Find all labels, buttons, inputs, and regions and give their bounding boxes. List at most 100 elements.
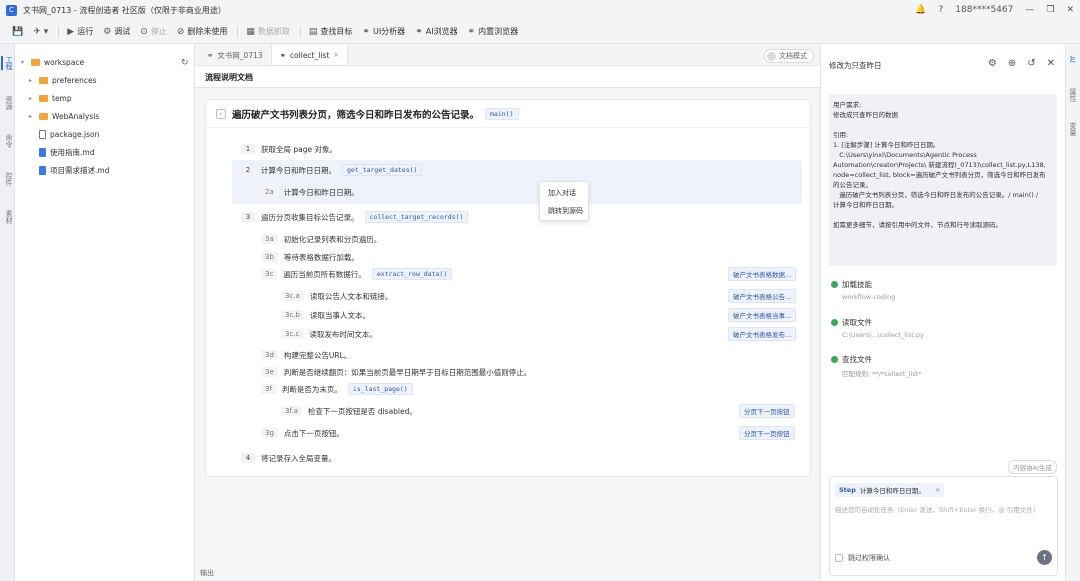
tab-project[interactable]: 工程 <box>1 56 14 70</box>
step-2a[interactable]: 2a 计算今日和昨日日期。 <box>261 185 359 199</box>
chevron-right-icon: ▸ <box>29 112 33 120</box>
data-scrape-button[interactable]: ▦ 数据抓取 <box>246 26 290 37</box>
help-icon[interactable]: ? <box>939 5 944 15</box>
debug-button[interactable]: ⚙ 调试 <box>103 26 130 37</box>
step-3d[interactable]: 3d 构建完整公告URL。 <box>261 348 351 362</box>
find-target-button[interactable]: ▤ 查找目标 <box>309 26 353 37</box>
tree-item-preferences[interactable]: ▸ preferences <box>29 73 96 87</box>
step-3f-a[interactable]: 3f.a 检查下一页按钮是否 disabled。 <box>281 404 417 418</box>
main-toolbar: 💾 ✈ ▾ ▶ 运行 ⚙ 调试 ⊙ 停止 ⊘ 删除未使用 ▦ 数据抓取 ▤ 查找目标 ⚭ UI分… <box>0 20 1080 44</box>
chat-input-box[interactable]: Step 计算今日和昨日日期。 × 描述您的自动化任务（Enter 发送，Shi… <box>829 476 1058 576</box>
ui-analyzer-button[interactable]: ⚭ UI分析器 <box>362 26 405 37</box>
send-button[interactable]: ↑ <box>1037 550 1052 565</box>
checkbox[interactable] <box>835 554 843 562</box>
code-tag[interactable]: collect_target_records() <box>364 211 469 223</box>
check-icon <box>831 319 838 326</box>
step-3e[interactable]: 3e 判断是否继续翻页：如果当前页最早日期早于目标日期范围最小值则停止。 <box>261 365 531 379</box>
step-3a[interactable]: 3a 初始化记录列表和分页遍历。 <box>261 232 381 246</box>
remove-chip-icon[interactable]: × <box>935 486 940 494</box>
play-icon: ▶ <box>67 26 75 37</box>
code-tag[interactable]: get_target_dates() <box>342 164 423 176</box>
user-account[interactable]: 188****5467 <box>955 5 1013 15</box>
check-icon <box>831 356 838 363</box>
element-ref-button[interactable]: 破产文书表格公告... <box>728 289 797 303</box>
tool-call-find-file[interactable]: 查找文件 匹配规则: **/*collect_list* <box>831 354 922 378</box>
step-3b[interactable]: 3b 等待表格数据行加载。 <box>261 250 359 264</box>
close-icon[interactable]: ✕ <box>1047 58 1055 69</box>
chat-input[interactable]: 描述您的自动化任务（Enter 发送，Shift+Enter 换行，@ 引用文件… <box>835 504 1039 514</box>
delete-unused-button[interactable]: ⊘ 删除未使用 <box>177 26 228 37</box>
tree-item-temp[interactable]: ▸ temp <box>29 91 72 105</box>
notification-icon[interactable]: 🔔 <box>915 5 926 15</box>
folder-icon <box>39 94 48 102</box>
send-icon: ✈ <box>33 26 41 37</box>
tool-call-load-skill[interactable]: 加载技能 workflow-coding <box>831 279 895 301</box>
step-2[interactable]: 2 计算今日和昨日日期。 get_target_dates() <box>241 163 423 177</box>
editor-tabs: ⚭ 文书网_0713 ⚭ collect_list × <box>195 44 820 66</box>
step-3c-a[interactable]: 3c.a 读取公告人文本和链接。 <box>281 289 392 303</box>
skip-permission-toggle[interactable]: 跳过权限确认 <box>835 553 890 563</box>
publish-button[interactable]: ✈ ▾ <box>33 27 48 37</box>
stop-button[interactable]: ⊙ 停止 <box>140 26 167 37</box>
step-4[interactable]: 4 将记录存入全局变量。 <box>241 451 336 465</box>
menu-item-jump-to-source[interactable]: 跳转到源码 <box>548 206 583 216</box>
tree-item-webanalysis[interactable]: ▸ WebAnalysis <box>29 109 99 123</box>
element-ref-button[interactable]: 分页下一页按钮 <box>739 426 795 440</box>
ai-browser-button[interactable]: ⚭ AI浏览器 <box>415 26 457 37</box>
step-1[interactable]: 1 获取全局 page 对象。 <box>241 142 337 156</box>
collapse-button[interactable]: - <box>216 108 226 119</box>
element-ref-button[interactable]: 破产文书表格发布... <box>728 327 797 341</box>
tab-variables[interactable]: 变量 <box>1068 122 1078 136</box>
title-bar: C 文书网_0713 - 流程创造者 社区版（仅限于非商业用途） 🔔 ? 188… <box>0 0 1080 20</box>
window-title: 文书网_0713 - 流程创造者 社区版（仅限于非商业用途） <box>23 5 226 15</box>
tree-item-workspace[interactable]: ▾ workspace <box>21 55 84 69</box>
settings-icon[interactable]: ⚙ <box>988 58 997 69</box>
builtin-browser-button[interactable]: ⚭ 内置浏览器 <box>468 26 519 37</box>
folder-icon <box>39 76 48 84</box>
save-button[interactable]: 💾 <box>12 27 23 37</box>
element-ref-button[interactable]: 破产文书表格数据... <box>728 267 797 281</box>
tab-commands[interactable]: 命令 <box>1 134 14 148</box>
tab-collect-list[interactable]: ⚭ collect_list × <box>271 45 349 65</box>
step-3f[interactable]: 3f 判断是否为末页。 is_last_page() <box>261 382 413 396</box>
element-ref-button[interactable]: 分页下一页按钮 <box>739 404 795 418</box>
tab-controls[interactable]: 控件 <box>1 172 14 186</box>
ai-generated-badge: 内容由AI生成 <box>1008 460 1057 474</box>
step-3g[interactable]: 3g 点击下一页按钮。 <box>261 426 344 440</box>
check-icon <box>831 281 838 288</box>
step-3[interactable]: 3 遍历分页收集目标公告记录。 collect_target_records() <box>241 210 469 224</box>
doc-mode-toggle[interactable]: 文档模式 <box>764 49 814 63</box>
history-icon[interactable]: ↺ <box>1027 58 1035 69</box>
target-icon: ▤ <box>308 26 318 37</box>
toggle-knob <box>767 51 776 61</box>
output-panel-label[interactable]: 输出 <box>200 568 214 578</box>
tool-call-read-file[interactable]: 读取文件 C:\Users\...\collect_list.py <box>831 317 924 339</box>
tree-item-requirements-md[interactable]: 项目需求描述.md <box>39 163 109 177</box>
run-button[interactable]: ▶ 运行 <box>67 26 93 37</box>
step-3c-b[interactable]: 3c.b 读取当事人文本。 <box>281 308 370 322</box>
maximize-icon[interactable]: ❐ <box>1046 5 1054 15</box>
close-tab-icon[interactable]: × <box>333 51 339 59</box>
menu-item-add-to-chat[interactable]: 加入对话 <box>548 188 576 198</box>
close-window-icon[interactable]: ✕ <box>1066 5 1074 15</box>
element-ref-button[interactable]: 破产文书表格当事... <box>728 308 797 322</box>
new-chat-icon[interactable]: ⊕ <box>1008 58 1016 69</box>
tab-properties[interactable]: 属性 <box>1068 88 1078 102</box>
code-tag[interactable]: is_last_page() <box>347 383 413 395</box>
tab-project-file[interactable]: ⚭ 文书网_0713 <box>199 45 272 65</box>
refresh-icon[interactable]: ↻ <box>181 58 189 68</box>
save-icon: 💾 <box>12 26 24 37</box>
right-activity-bar: AI 属性 变量 <box>1065 44 1080 581</box>
folder-icon <box>31 58 40 66</box>
tab-ai[interactable]: AI <box>1068 56 1076 63</box>
tab-assets[interactable]: 素材 <box>1 210 14 224</box>
step-3c[interactable]: 3c 遍历当前页所有数据行。 extract_row_data() <box>261 267 453 281</box>
context-menu: 加入对话 跳转到源码 <box>539 181 589 221</box>
tab-resources[interactable]: 资源 <box>1 96 14 110</box>
code-tag[interactable]: main() <box>485 107 519 120</box>
minimize-icon[interactable]: — <box>1025 5 1034 15</box>
tree-item-package-json[interactable]: package.json <box>39 127 99 141</box>
code-tag[interactable]: extract_row_data() <box>371 268 453 280</box>
step-3c-c[interactable]: 3c.c 读取发布时间文本。 <box>281 327 377 341</box>
tree-item-guide-md[interactable]: 使用指南.md <box>39 145 94 159</box>
